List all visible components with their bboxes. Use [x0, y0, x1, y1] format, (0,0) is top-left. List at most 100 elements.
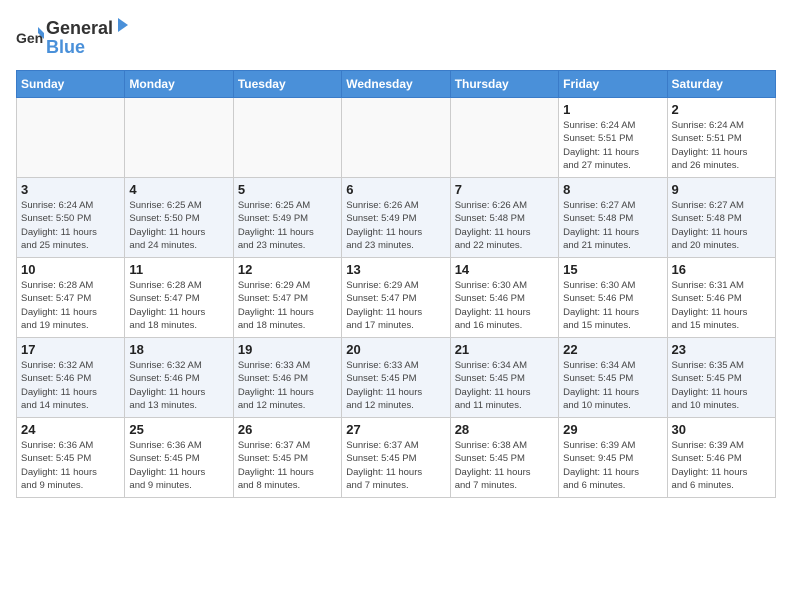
day-info: Sunrise: 6:32 AM Sunset: 5:46 PM Dayligh…	[129, 359, 228, 412]
day-number: 4	[129, 182, 228, 197]
calendar-day: 14 Sunrise: 6:30 AM Sunset: 5:46 PM Dayli…	[450, 258, 558, 338]
logo: Gen General Blue	[16, 16, 132, 58]
weekday-header-row: SundayMondayTuesdayWednesdayThursdayFrid…	[17, 71, 776, 98]
calendar-day: 24 Sunrise: 6:36 AM Sunset: 5:45 PM Dayli…	[17, 418, 125, 498]
calendar-day	[233, 98, 341, 178]
day-info: Sunrise: 6:35 AM Sunset: 5:45 PM Dayligh…	[672, 359, 771, 412]
day-info: Sunrise: 6:37 AM Sunset: 5:45 PM Dayligh…	[238, 439, 337, 492]
calendar-day: 27 Sunrise: 6:37 AM Sunset: 5:45 PM Dayli…	[342, 418, 450, 498]
calendar-day: 16 Sunrise: 6:31 AM Sunset: 5:46 PM Dayli…	[667, 258, 775, 338]
calendar-day: 4 Sunrise: 6:25 AM Sunset: 5:50 PM Daylig…	[125, 178, 233, 258]
calendar-week-row: 1 Sunrise: 6:24 AM Sunset: 5:51 PM Daylig…	[17, 98, 776, 178]
logo-general: General	[46, 18, 113, 39]
day-number: 24	[21, 422, 120, 437]
calendar-day: 12 Sunrise: 6:29 AM Sunset: 5:47 PM Dayli…	[233, 258, 341, 338]
day-info: Sunrise: 6:30 AM Sunset: 5:46 PM Dayligh…	[563, 279, 662, 332]
calendar-day	[342, 98, 450, 178]
day-number: 20	[346, 342, 445, 357]
day-info: Sunrise: 6:38 AM Sunset: 5:45 PM Dayligh…	[455, 439, 554, 492]
day-info: Sunrise: 6:36 AM Sunset: 5:45 PM Dayligh…	[21, 439, 120, 492]
calendar-day	[125, 98, 233, 178]
logo-icon: Gen	[16, 23, 44, 51]
day-info: Sunrise: 6:30 AM Sunset: 5:46 PM Dayligh…	[455, 279, 554, 332]
day-number: 17	[21, 342, 120, 357]
calendar-day: 22 Sunrise: 6:34 AM Sunset: 5:45 PM Dayli…	[559, 338, 667, 418]
day-number: 2	[672, 102, 771, 117]
day-info: Sunrise: 6:34 AM Sunset: 5:45 PM Dayligh…	[455, 359, 554, 412]
calendar-day: 13 Sunrise: 6:29 AM Sunset: 5:47 PM Dayli…	[342, 258, 450, 338]
day-number: 23	[672, 342, 771, 357]
calendar-week-row: 17 Sunrise: 6:32 AM Sunset: 5:46 PM Dayli…	[17, 338, 776, 418]
calendar-day: 10 Sunrise: 6:28 AM Sunset: 5:47 PM Dayli…	[17, 258, 125, 338]
day-number: 27	[346, 422, 445, 437]
weekday-header-thursday: Thursday	[450, 71, 558, 98]
calendar-day: 21 Sunrise: 6:34 AM Sunset: 5:45 PM Dayli…	[450, 338, 558, 418]
day-info: Sunrise: 6:29 AM Sunset: 5:47 PM Dayligh…	[238, 279, 337, 332]
calendar-day: 8 Sunrise: 6:27 AM Sunset: 5:48 PM Daylig…	[559, 178, 667, 258]
day-info: Sunrise: 6:37 AM Sunset: 5:45 PM Dayligh…	[346, 439, 445, 492]
day-number: 25	[129, 422, 228, 437]
calendar-day: 6 Sunrise: 6:26 AM Sunset: 5:49 PM Daylig…	[342, 178, 450, 258]
day-info: Sunrise: 6:27 AM Sunset: 5:48 PM Dayligh…	[563, 199, 662, 252]
day-number: 30	[672, 422, 771, 437]
day-number: 5	[238, 182, 337, 197]
day-info: Sunrise: 6:26 AM Sunset: 5:48 PM Dayligh…	[455, 199, 554, 252]
day-number: 1	[563, 102, 662, 117]
calendar-week-row: 24 Sunrise: 6:36 AM Sunset: 5:45 PM Dayli…	[17, 418, 776, 498]
day-number: 3	[21, 182, 120, 197]
calendar-day: 25Sunrise: 6:36 AM Sunset: 5:45 PM Dayli…	[125, 418, 233, 498]
weekday-header-sunday: Sunday	[17, 71, 125, 98]
calendar-day: 20 Sunrise: 6:33 AM Sunset: 5:45 PM Dayli…	[342, 338, 450, 418]
day-number: 14	[455, 262, 554, 277]
calendar-day	[17, 98, 125, 178]
day-number: 22	[563, 342, 662, 357]
day-info: Sunrise: 6:39 AM Sunset: 9:45 PM Dayligh…	[563, 439, 662, 492]
page-header: Gen General Blue	[16, 16, 776, 58]
calendar-day: 11Sunrise: 6:28 AM Sunset: 5:47 PM Dayli…	[125, 258, 233, 338]
calendar-day: 18 Sunrise: 6:32 AM Sunset: 5:46 PM Dayli…	[125, 338, 233, 418]
day-number: 19	[238, 342, 337, 357]
day-number: 12	[238, 262, 337, 277]
day-number: 16	[672, 262, 771, 277]
calendar-day: 28 Sunrise: 6:38 AM Sunset: 5:45 PM Dayli…	[450, 418, 558, 498]
calendar-day: 15 Sunrise: 6:30 AM Sunset: 5:46 PM Dayli…	[559, 258, 667, 338]
calendar-day: 9 Sunrise: 6:27 AM Sunset: 5:48 PM Daylig…	[667, 178, 775, 258]
day-info: Sunrise: 6:25 AM Sunset: 5:50 PM Dayligh…	[129, 199, 228, 252]
day-number: 7	[455, 182, 554, 197]
calendar-day: 7 Sunrise: 6:26 AM Sunset: 5:48 PM Daylig…	[450, 178, 558, 258]
calendar-day: 30 Sunrise: 6:39 AM Sunset: 5:46 PM Dayli…	[667, 418, 775, 498]
day-number: 8	[563, 182, 662, 197]
day-number: 15	[563, 262, 662, 277]
day-number: 6	[346, 182, 445, 197]
day-info: Sunrise: 6:31 AM Sunset: 5:46 PM Dayligh…	[672, 279, 771, 332]
weekday-header-wednesday: Wednesday	[342, 71, 450, 98]
day-info: Sunrise: 6:33 AM Sunset: 5:46 PM Dayligh…	[238, 359, 337, 412]
calendar-day: 2 Sunrise: 6:24 AM Sunset: 5:51 PM Daylig…	[667, 98, 775, 178]
calendar-week-row: 10 Sunrise: 6:28 AM Sunset: 5:47 PM Dayli…	[17, 258, 776, 338]
day-number: 28	[455, 422, 554, 437]
weekday-header-saturday: Saturday	[667, 71, 775, 98]
logo-blue: Blue	[46, 37, 132, 58]
day-info: Sunrise: 6:29 AM Sunset: 5:47 PM Dayligh…	[346, 279, 445, 332]
day-number: 18	[129, 342, 228, 357]
weekday-header-tuesday: Tuesday	[233, 71, 341, 98]
day-number: 9	[672, 182, 771, 197]
day-info: Sunrise: 6:25 AM Sunset: 5:49 PM Dayligh…	[238, 199, 337, 252]
calendar-day: 1 Sunrise: 6:24 AM Sunset: 5:51 PM Daylig…	[559, 98, 667, 178]
day-info: Sunrise: 6:33 AM Sunset: 5:45 PM Dayligh…	[346, 359, 445, 412]
day-number: 13	[346, 262, 445, 277]
calendar-day: 29Sunrise: 6:39 AM Sunset: 9:45 PM Dayli…	[559, 418, 667, 498]
day-info: Sunrise: 6:28 AM Sunset: 5:47 PM Dayligh…	[21, 279, 120, 332]
day-info: Sunrise: 6:26 AM Sunset: 5:49 PM Dayligh…	[346, 199, 445, 252]
calendar-week-row: 3 Sunrise: 6:24 AM Sunset: 5:50 PM Daylig…	[17, 178, 776, 258]
day-info: Sunrise: 6:24 AM Sunset: 5:51 PM Dayligh…	[563, 119, 662, 172]
day-info: Sunrise: 6:28 AM Sunset: 5:47 PM Dayligh…	[129, 279, 228, 332]
day-number: 21	[455, 342, 554, 357]
day-info: Sunrise: 6:24 AM Sunset: 5:51 PM Dayligh…	[672, 119, 771, 172]
day-number: 10	[21, 262, 120, 277]
day-info: Sunrise: 6:24 AM Sunset: 5:50 PM Dayligh…	[21, 199, 120, 252]
day-info: Sunrise: 6:39 AM Sunset: 5:46 PM Dayligh…	[672, 439, 771, 492]
day-info: Sunrise: 6:27 AM Sunset: 5:48 PM Dayligh…	[672, 199, 771, 252]
calendar-table: SundayMondayTuesdayWednesdayThursdayFrid…	[16, 70, 776, 498]
day-info: Sunrise: 6:34 AM Sunset: 5:45 PM Dayligh…	[563, 359, 662, 412]
